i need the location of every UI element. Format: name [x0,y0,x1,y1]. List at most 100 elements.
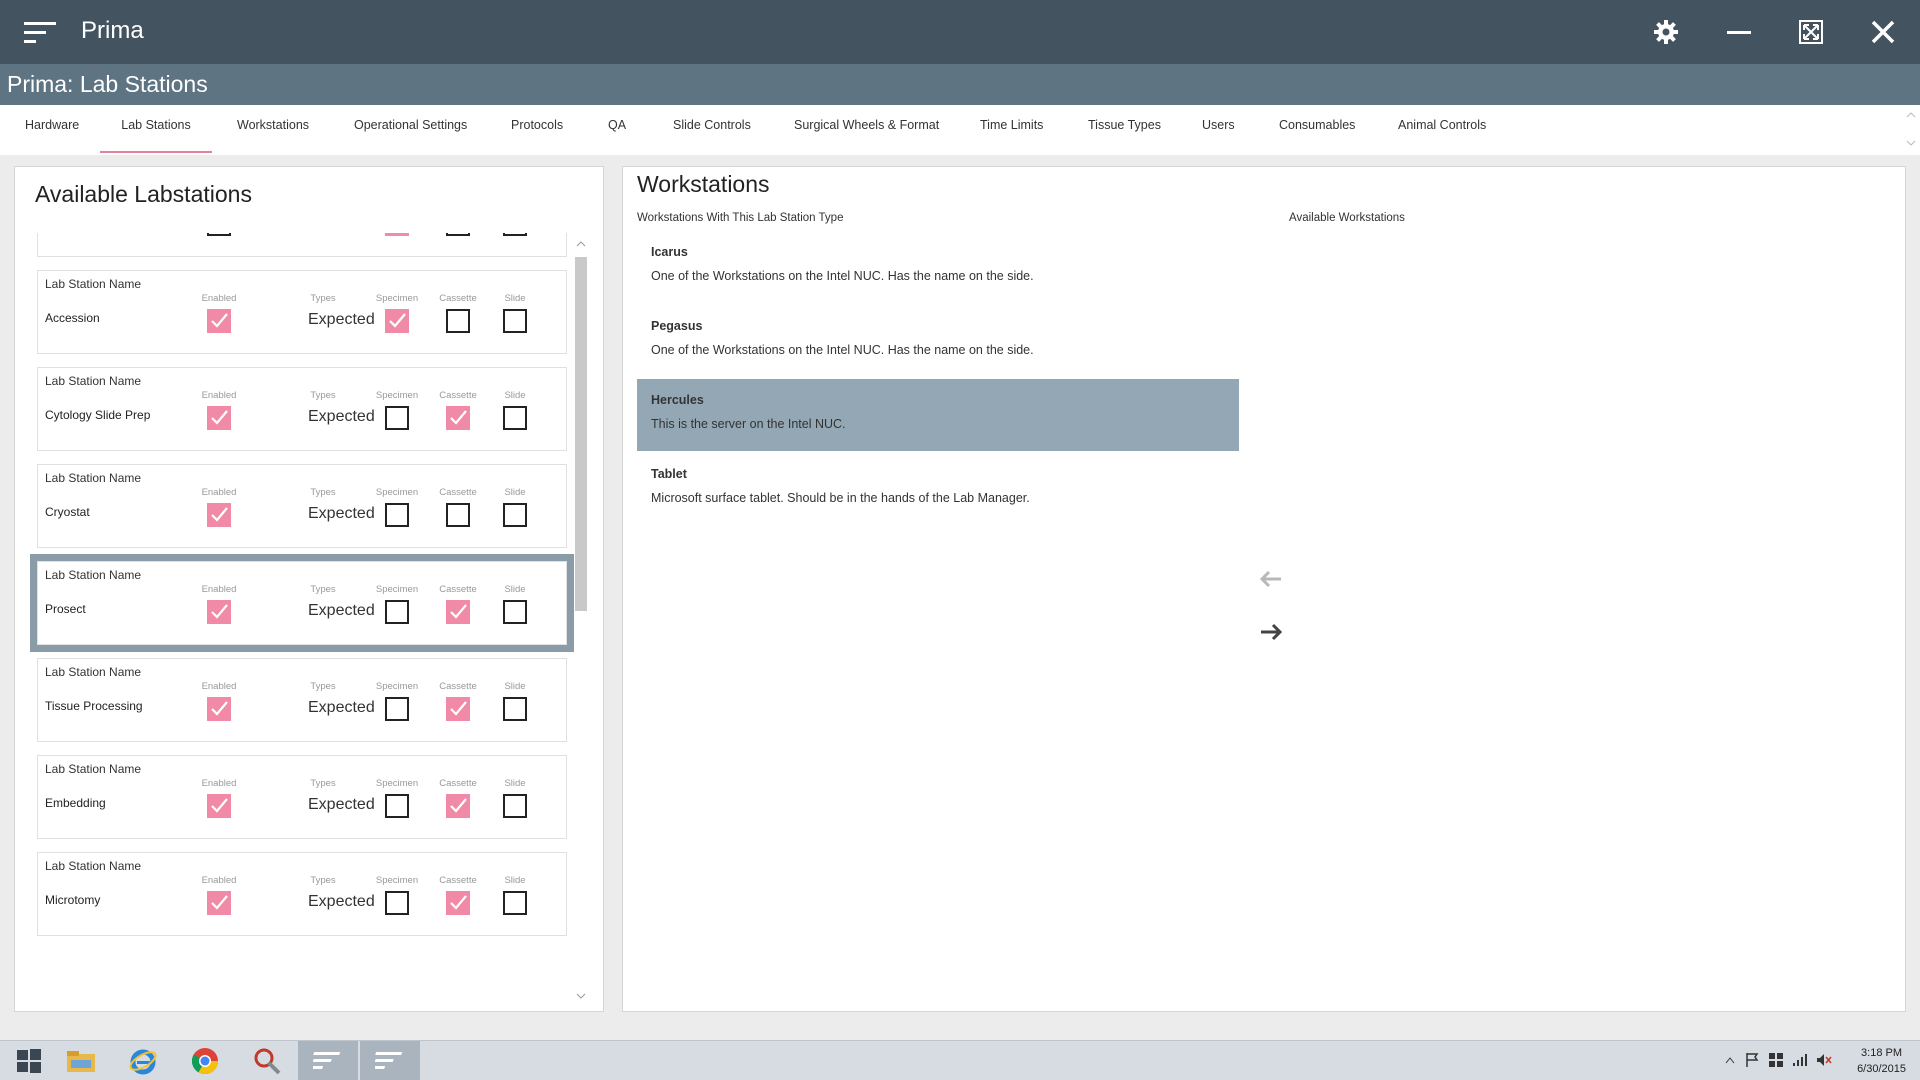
specimen-checkbox[interactable] [385,233,409,236]
tab-animal-controls[interactable]: Animal Controls [1398,105,1486,153]
cassette-checkbox[interactable] [446,309,470,333]
cassette-checkbox[interactable] [446,406,470,430]
tab-surgical-wheels-format[interactable]: Surgical Wheels & Format [794,105,939,153]
tools-app-icon[interactable] [238,1041,296,1080]
hamburger-menu-icon[interactable] [22,20,58,46]
internet-explorer-icon[interactable] [114,1041,172,1080]
specimen-checkbox[interactable] [385,406,409,430]
labstation-card[interactable]: Lab Station Name Cytology Slide Prep Types… [37,367,567,451]
workstation-item[interactable]: Tablet Microsoft surface tablet. Should b… [637,453,1239,525]
slide-checkbox[interactable] [503,891,527,915]
tray-expand-icon[interactable] [1720,1049,1740,1071]
enabled-checkbox[interactable] [207,891,231,915]
lab-station-name-label: Lab Station Name [45,471,142,485]
types-value: Expected [308,311,375,328]
labstation-scrollbar[interactable] [573,235,589,1005]
specimen-checkbox[interactable] [385,503,409,527]
labstation-card[interactable]: Lab Station Name Microtomy Types Expected En… [37,852,567,936]
slide-checkbox[interactable] [503,697,527,721]
slide-checkbox[interactable] [503,406,527,430]
arrow-right-icon[interactable] [1256,620,1286,644]
slide-checkbox[interactable] [503,233,527,236]
slide-checkbox[interactable] [503,503,527,527]
tab-qa[interactable]: QA [608,105,626,153]
specimen-checkbox[interactable] [385,697,409,721]
cassette-checkbox[interactable] [446,600,470,624]
scroll-thumb[interactable] [575,257,587,611]
prima-taskbar-icon-2[interactable] [360,1041,420,1080]
lab-station-name: Microtomy [45,893,101,907]
enabled-checkbox[interactable] [207,794,231,818]
enabled-label: Enabled [201,293,237,304]
tab-protocols[interactable]: Protocols [511,105,563,153]
maximize-icon[interactable] [1791,14,1831,50]
enabled-checkbox[interactable] [207,309,231,333]
specimen-checkbox[interactable] [385,794,409,818]
slide-checkbox[interactable] [503,600,527,624]
workstation-name: Tablet [651,467,687,481]
cassette-checkbox[interactable] [446,891,470,915]
scroll-down-icon[interactable] [576,991,586,1001]
workstation-item[interactable]: Hercules This is the server on the Intel … [637,379,1239,451]
flag-icon[interactable] [1742,1049,1762,1071]
taskbar-clock[interactable]: 3:18 PM 6/30/2015 [1857,1045,1906,1077]
tab-operational-settings[interactable]: Operational Settings [354,105,467,153]
tab-scroll[interactable] [1904,107,1918,151]
specimen-checkbox[interactable] [385,600,409,624]
labstation-card[interactable]: Lab Station Name Cryostat Types Expected Ena… [37,464,567,548]
tab-tissue-types[interactable]: Tissue Types [1088,105,1161,153]
labstation-list[interactable]: Lab Station NameOperatingRoomTypesExpect… [15,233,605,1003]
tab-time-limits[interactable]: Time Limits [980,105,1043,153]
volume-muted-icon[interactable] [1814,1049,1834,1071]
labstation-card[interactable]: Lab Station Name Accession Types Expected En… [37,270,567,354]
slide-label: Slide [504,390,526,401]
prima-taskbar-icon[interactable] [298,1041,358,1080]
enabled-checkbox[interactable] [207,600,231,624]
slide-label: Slide [504,778,526,789]
close-icon[interactable] [1863,14,1903,50]
cassette-checkbox[interactable] [446,503,470,527]
tab-workstations[interactable]: Workstations [237,105,309,153]
workstation-item[interactable]: Icarus One of the Workstations on the Int… [637,231,1239,303]
tab-lab-stations[interactable]: Lab Stations [100,105,212,153]
tab-hardware[interactable]: Hardware [25,105,79,153]
tab-users[interactable]: Users [1202,105,1235,153]
cassette-checkbox[interactable] [446,697,470,721]
labstation-card[interactable]: Lab Station Name Tissue Processing Types Ex… [37,658,567,742]
available-workstations-label: Available Workstations [1289,212,1405,224]
lab-station-name: Cryostat [45,505,90,519]
slide-checkbox[interactable] [503,309,527,333]
types-value: Expected [308,796,375,813]
minimize-icon[interactable] [1719,14,1759,50]
enabled-checkbox[interactable] [207,697,231,721]
windows-tray-icon[interactable] [1766,1049,1786,1071]
enabled-label: Enabled [201,875,237,886]
cassette-label: Cassette [439,681,477,692]
arrow-left-icon[interactable] [1256,567,1286,591]
enabled-checkbox[interactable] [207,503,231,527]
network-icon[interactable] [1790,1049,1810,1071]
chrome-icon[interactable] [176,1041,234,1080]
cassette-label: Cassette [439,875,477,886]
labstation-card[interactable]: Lab Station Name Prosect Types Expected Enab… [30,554,574,652]
labstation-card[interactable]: Lab Station Name Embedding Types Expected En… [37,755,567,839]
types-label: Types [310,778,336,789]
labstation-card[interactable]: Lab Station NameOperatingRoomTypesExpect… [37,233,567,257]
cassette-checkbox[interactable] [446,794,470,818]
slide-checkbox[interactable] [503,794,527,818]
lab-station-name: Tissue Processing [45,699,143,713]
enabled-checkbox[interactable] [207,233,231,236]
tab-consumables[interactable]: Consumables [1279,105,1355,153]
file-explorer-icon[interactable] [52,1041,110,1080]
windows-start-icon[interactable] [0,1041,58,1080]
scroll-up-icon[interactable] [576,239,586,249]
types-label: Types [310,390,336,401]
types-value: Expected [308,602,375,619]
cassette-checkbox[interactable] [446,233,470,236]
workstation-item[interactable]: Pegasus One of the Workstations on the In… [637,305,1239,377]
gear-icon[interactable] [1646,14,1686,50]
specimen-checkbox[interactable] [385,309,409,333]
specimen-checkbox[interactable] [385,891,409,915]
enabled-checkbox[interactable] [207,406,231,430]
tab-slide-controls[interactable]: Slide Controls [673,105,751,153]
